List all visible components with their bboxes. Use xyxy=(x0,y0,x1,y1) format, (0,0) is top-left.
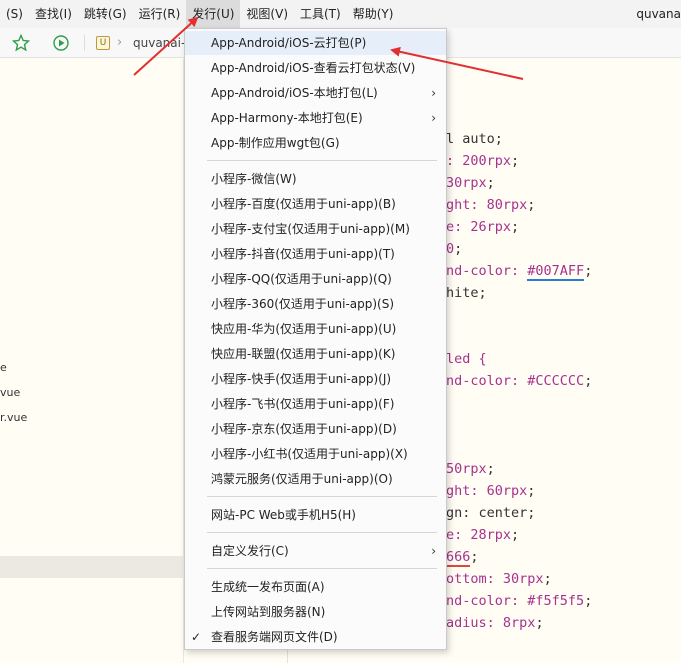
sidebar-file-item[interactable]: e xyxy=(0,361,7,374)
code-line: gn: center; xyxy=(446,505,536,521)
menu-item-label: 小程序-百度(仅适用于uni-app)(B) xyxy=(211,197,396,211)
code-line: e: 26rpx; xyxy=(446,219,520,235)
sidebar-selected-row[interactable] xyxy=(0,556,184,578)
code-line: adius: 8rpx; xyxy=(446,615,544,631)
menu-item-label: 小程序-京东(仅适用于uni-app)(D) xyxy=(211,422,397,436)
menu-item-label: App-制作应用wgt包(G) xyxy=(211,136,340,150)
menu-item-label: 小程序-QQ(仅适用于uni-app)(Q) xyxy=(211,272,392,286)
code-line: 666; xyxy=(446,549,479,567)
submenu-arrow-icon: › xyxy=(431,111,436,125)
code-line: nd-color: #f5f5f5; xyxy=(446,593,593,609)
menu-generate-publish-page[interactable]: 生成统一发布页面(A) xyxy=(185,575,446,599)
menu-item-label: 快应用-华为(仅适用于uni-app)(U) xyxy=(211,322,397,336)
menu-item-label: 网站-PC Web或手机H5(H) xyxy=(211,508,356,522)
publish-dropdown-menu: App-Android/iOS-云打包(P) App-Android/iOS-查… xyxy=(184,28,447,650)
toolbar-divider xyxy=(84,35,85,51)
menu-item-goto[interactable]: 跳转(G) xyxy=(78,0,133,28)
menu-mp-alipay[interactable]: 小程序-支付宝(仅适用于uni-app)(M) xyxy=(185,217,446,241)
star-icon[interactable] xyxy=(12,34,30,52)
menu-divider xyxy=(207,496,437,497)
menu-divider xyxy=(207,532,437,533)
menu-mp-kuaishou[interactable]: 小程序-快手(仅适用于uni-app)(J) xyxy=(185,367,446,391)
code-line: led { xyxy=(446,351,487,367)
menu-divider xyxy=(207,160,437,161)
menu-item-label: 上传网站到服务器(N) xyxy=(211,605,326,619)
menu-item-label: 小程序-支付宝(仅适用于uni-app)(M) xyxy=(211,222,410,236)
menu-mp-baidu[interactable]: 小程序-百度(仅适用于uni-app)(B) xyxy=(185,192,446,216)
menu-item-label: App-Android/iOS-云打包(P) xyxy=(211,36,367,50)
menu-harmony-local-build[interactable]: App-Harmony-本地打包(E) › xyxy=(185,106,446,130)
menu-bar: (S) 查找(I) 跳转(G) 运行(R) 发行(U) 视图(V) 工具(T) … xyxy=(0,0,681,28)
menu-quickapp-union[interactable]: 快应用-联盟(仅适用于uni-app)(K) xyxy=(185,342,446,366)
menu-mp-douyin[interactable]: 小程序-抖音(仅适用于uni-app)(T) xyxy=(185,242,446,266)
code-line: 0; xyxy=(446,241,463,257)
menu-view-server-files[interactable]: ✓ 查看服务端网页文件(D) xyxy=(185,625,446,649)
menu-item-tools[interactable]: 工具(T) xyxy=(294,0,347,28)
check-icon: ✓ xyxy=(191,630,202,644)
menu-item-label: 小程序-360(仅适用于uni-app)(S) xyxy=(211,297,395,311)
menu-item-label: App-Harmony-本地打包(E) xyxy=(211,111,363,125)
menu-item-s[interactable]: (S) xyxy=(0,0,29,28)
menu-mp-weixin[interactable]: 小程序-微信(W) xyxy=(185,167,446,191)
submenu-arrow-icon: › xyxy=(431,86,436,100)
code-line: hite; xyxy=(446,285,487,301)
menu-app-cloud-build-status[interactable]: App-Android/iOS-查看云打包状态(V) xyxy=(185,56,446,80)
menu-divider xyxy=(207,568,437,569)
menu-item-label: 快应用-联盟(仅适用于uni-app)(K) xyxy=(211,347,396,361)
menu-app-wgt[interactable]: App-制作应用wgt包(G) xyxy=(185,131,446,155)
menu-item-label: App-Android/iOS-查看云打包状态(V) xyxy=(211,61,416,75)
breadcrumb[interactable]: quvanai- xyxy=(133,36,185,50)
vue-file-icon: U xyxy=(96,36,110,50)
sidebar-file-item[interactable]: r.vue xyxy=(0,411,27,424)
menu-item-help[interactable]: 帮助(Y) xyxy=(347,0,400,28)
code-line: e: 28rpx; xyxy=(446,527,520,543)
code-line: : 200rpx; xyxy=(446,153,520,169)
menu-item-label: 自定义发行(C) xyxy=(211,544,289,558)
menu-app-local-build[interactable]: App-Android/iOS-本地打包(L) › xyxy=(185,81,446,105)
menu-item-label: 小程序-快手(仅适用于uni-app)(J) xyxy=(211,372,392,386)
menu-harmony-atomic-service[interactable]: 鸿蒙元服务(仅适用于uni-app)(O) xyxy=(185,467,446,491)
breadcrumb-separator: › xyxy=(117,35,123,50)
menu-item-label: 小程序-抖音(仅适用于uni-app)(T) xyxy=(211,247,395,261)
menu-web-h5[interactable]: 网站-PC Web或手机H5(H) xyxy=(185,503,446,527)
code-line: ottom: 30rpx; xyxy=(446,571,552,587)
window-title: quvana xyxy=(636,7,681,21)
menu-item-label: App-Android/iOS-本地打包(L) xyxy=(211,86,378,100)
code-line: nd-color: #007AFF; xyxy=(446,263,593,281)
menu-mp-360[interactable]: 小程序-360(仅适用于uni-app)(S) xyxy=(185,292,446,316)
menu-item-label: 小程序-微信(W) xyxy=(211,172,297,186)
menu-item-label: 小程序-小红书(仅适用于uni-app)(X) xyxy=(211,447,408,461)
menu-mp-jd[interactable]: 小程序-京东(仅适用于uni-app)(D) xyxy=(185,417,446,441)
menu-item-label: 鸿蒙元服务(仅适用于uni-app)(O) xyxy=(211,472,393,486)
menu-mp-xhs[interactable]: 小程序-小红书(仅适用于uni-app)(X) xyxy=(185,442,446,466)
code-line: nd-color: #CCCCCC; xyxy=(446,373,593,389)
menu-item-find[interactable]: 查找(I) xyxy=(29,0,78,28)
code-line: ght: 60rpx; xyxy=(446,483,536,499)
code-line: l auto; xyxy=(446,131,503,147)
menu-custom-publish[interactable]: 自定义发行(C) › xyxy=(185,539,446,563)
project-sidebar: e vue r.vue xyxy=(0,59,184,663)
menu-item-view[interactable]: 视图(V) xyxy=(240,0,294,28)
run-icon[interactable] xyxy=(52,34,70,52)
menu-item-label: 查看服务端网页文件(D) xyxy=(211,630,338,644)
menu-item-run[interactable]: 运行(R) xyxy=(133,0,187,28)
submenu-arrow-icon: › xyxy=(431,544,436,558)
menu-item-label: 生成统一发布页面(A) xyxy=(211,580,325,594)
menu-item-label: 小程序-飞书(仅适用于uni-app)(F) xyxy=(211,397,395,411)
menu-mp-qq[interactable]: 小程序-QQ(仅适用于uni-app)(Q) xyxy=(185,267,446,291)
code-line: ght: 80rpx; xyxy=(446,197,536,213)
sidebar-file-item[interactable]: vue xyxy=(0,386,20,399)
code-line: 30rpx; xyxy=(446,175,495,191)
menu-item-publish[interactable]: 发行(U) xyxy=(186,0,241,28)
menu-quickapp-huawei[interactable]: 快应用-华为(仅适用于uni-app)(U) xyxy=(185,317,446,341)
menu-mp-feishu[interactable]: 小程序-飞书(仅适用于uni-app)(F) xyxy=(185,392,446,416)
menu-app-cloud-build[interactable]: App-Android/iOS-云打包(P) xyxy=(185,31,446,55)
menu-upload-website[interactable]: 上传网站到服务器(N) xyxy=(185,600,446,624)
code-line: 50rpx; xyxy=(446,461,495,477)
